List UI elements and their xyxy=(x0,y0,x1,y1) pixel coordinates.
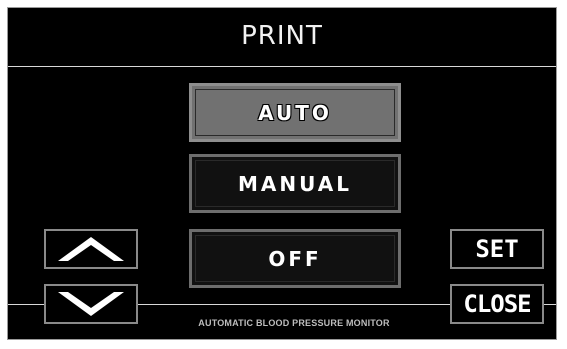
off-mode-label: Off xyxy=(268,246,322,271)
footer-divider-right xyxy=(544,304,556,305)
chevron-down-icon xyxy=(58,292,124,316)
print-settings-screen: PRINT Auto Manual Off SET CLOSE AUTOMATI… xyxy=(7,7,557,340)
up-arrow-button[interactable] xyxy=(44,229,138,269)
auto-mode-label: Auto xyxy=(258,100,332,125)
device-name-footer: AUTOMATIC BLOOD PRESSURE MONITOR xyxy=(198,318,390,328)
title-divider xyxy=(8,66,556,67)
footer-divider-left xyxy=(8,304,44,305)
chevron-up-icon xyxy=(58,237,124,261)
manual-mode-button[interactable]: Manual xyxy=(189,154,401,213)
footer-divider-middle xyxy=(138,304,450,305)
down-arrow-button[interactable] xyxy=(44,284,138,324)
manual-mode-label: Manual xyxy=(238,171,352,196)
close-button[interactable]: CLOSE xyxy=(450,284,544,324)
auto-mode-button[interactable]: Auto xyxy=(189,83,401,142)
screen-title: PRINT xyxy=(241,21,323,51)
off-mode-button[interactable]: Off xyxy=(189,229,401,288)
set-button[interactable]: SET xyxy=(450,229,544,269)
